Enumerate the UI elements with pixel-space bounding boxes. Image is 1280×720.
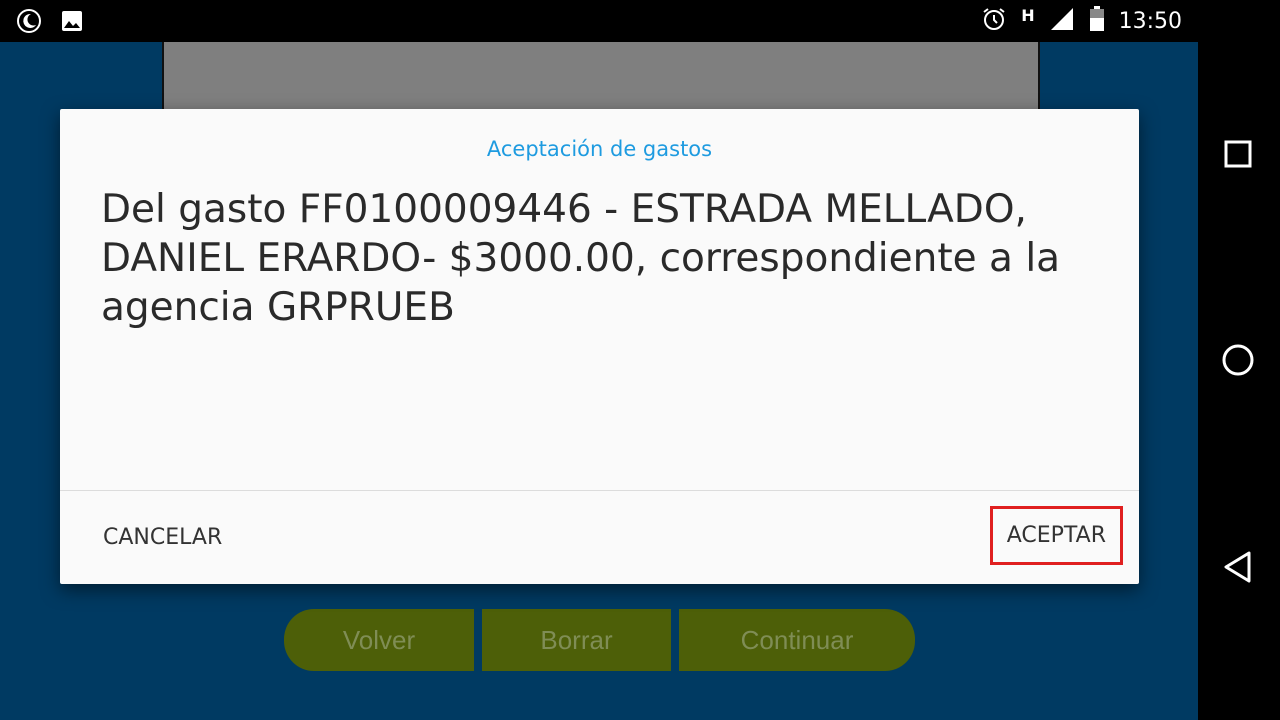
action-button-row: Volver Borrar Continuar — [284, 609, 915, 671]
status-bar: H 13:50 — [0, 0, 1198, 42]
accept-button[interactable]: ACEPTAR — [989, 506, 1123, 565]
dialog-title: Aceptación de gastos — [486, 137, 713, 161]
cancel-button[interactable]: CANCELAR — [97, 507, 228, 567]
volver-button[interactable]: Volver — [284, 609, 474, 671]
dialog-message: Del gasto FF0100009446 - ESTRADA MELLADO… — [101, 187, 1061, 330]
back-triangle-icon[interactable] — [1220, 549, 1256, 585]
network-type-label: H — [1021, 5, 1035, 25]
battery-icon — [1089, 6, 1105, 36]
image-icon — [60, 9, 84, 37]
night-mode-icon — [16, 8, 42, 38]
dialog-divider — [60, 490, 1139, 491]
recents-square-icon[interactable] — [1220, 136, 1256, 172]
continuar-button[interactable]: Continuar — [679, 609, 915, 671]
home-circle-icon[interactable] — [1220, 342, 1256, 378]
borrar-button[interactable]: Borrar — [482, 609, 671, 671]
clock: 13:50 — [1118, 8, 1182, 34]
alarm-icon — [981, 6, 1007, 36]
confirm-dialog: Aceptación de gastos Del gasto FF0100009… — [60, 109, 1139, 584]
navigation-bar — [1198, 0, 1280, 720]
signal-icon — [1049, 6, 1075, 36]
